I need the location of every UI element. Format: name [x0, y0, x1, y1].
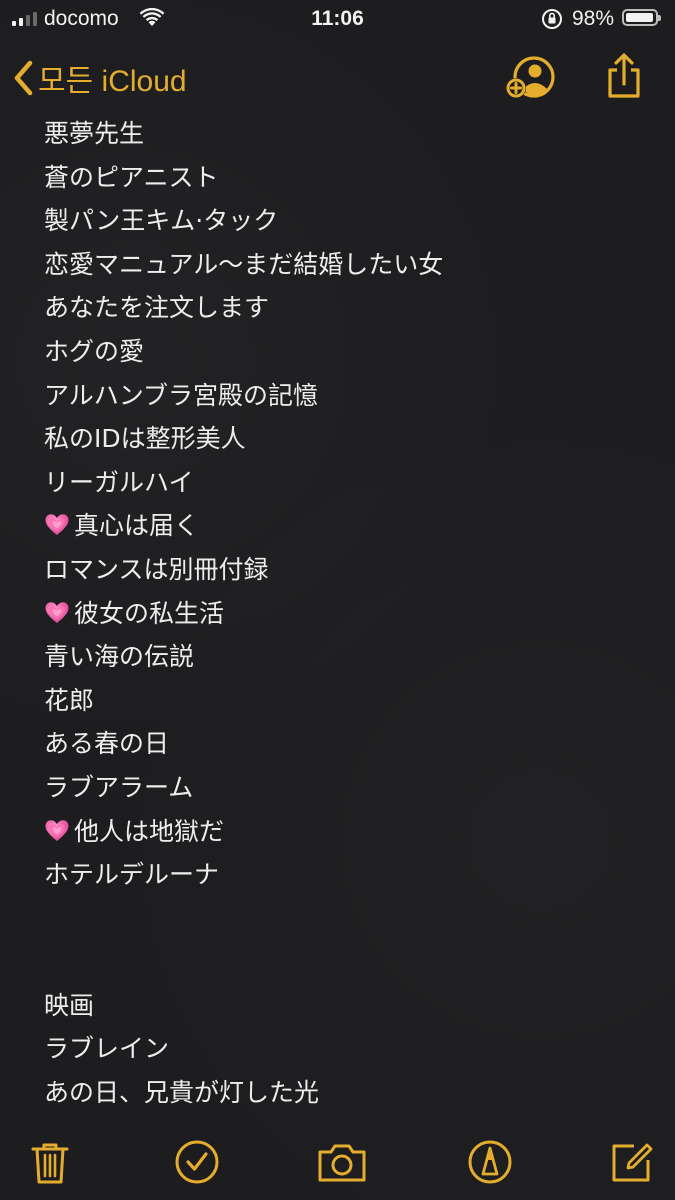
- note-line-text: ラブアラーム: [44, 772, 194, 802]
- note-line-text: 蒼のピアニスト: [44, 162, 219, 192]
- note-blank-line: [44, 897, 644, 941]
- markup-icon[interactable]: [466, 1138, 514, 1186]
- note-line-text: ラブレイン: [44, 1034, 170, 1064]
- note-line: ホテルデルーナ: [44, 853, 644, 897]
- checklist-icon[interactable]: [173, 1138, 221, 1186]
- compose-icon[interactable]: [608, 1138, 656, 1186]
- note-line: 映画: [44, 984, 644, 1028]
- note-line-text: アルハンブラ宮殿の記憶: [44, 380, 319, 410]
- note-line: 花郎: [44, 679, 644, 723]
- note-line-text: 真心は届く: [74, 511, 200, 541]
- status-bar: docomo 11:06 98%: [0, 0, 675, 40]
- note-line-text: 彼女の私生活: [74, 598, 225, 628]
- camera-icon[interactable]: [316, 1138, 368, 1186]
- note-line-text: ホグの愛: [44, 336, 145, 366]
- note-line: あの日、兄貴が灯した光: [44, 1071, 644, 1115]
- note-line: ラブレイン: [44, 1027, 644, 1071]
- note-line-text: 他人は地獄だ: [74, 816, 225, 846]
- note-line: あなたを注文します: [44, 286, 644, 330]
- note-line-text: 製パン王キム·タック: [44, 206, 279, 236]
- note-line: ある春の日: [44, 722, 644, 766]
- note-line: 悪夢先生: [44, 112, 644, 156]
- note-line-text: 恋愛マニュアル〜まだ結婚したい女: [44, 249, 444, 279]
- note-line: ラブアラーム: [44, 766, 644, 810]
- note-line: 蒼のピアニスト: [44, 156, 644, 200]
- note-body[interactable]: 悪夢先生蒼のピアニスト製パン王キム·タック恋愛マニュアル〜まだ結婚したい女 あなた…: [44, 112, 644, 1115]
- navigation-bar: 모든 iCloud: [0, 44, 675, 108]
- note-line: 製パン王キム·タック: [44, 199, 644, 243]
- note-line: 私のIDは整形美人: [44, 417, 644, 461]
- battery-icon: [622, 9, 661, 26]
- note-line: 青い海の伝説: [44, 635, 644, 679]
- orientation-lock-icon: [540, 7, 564, 37]
- share-icon[interactable]: [604, 52, 644, 104]
- note-line-text: あの日、兄貴が灯した光: [44, 1078, 320, 1108]
- note-line-text: 青い海の伝説: [44, 642, 195, 672]
- note-line-text: ロマンスは別冊付録: [44, 554, 269, 584]
- chevron-left-icon: [14, 60, 33, 96]
- pink-heart-icon: [44, 814, 70, 841]
- back-button-label: 모든 iCloud: [38, 65, 187, 98]
- note-line-text: 花郎: [44, 685, 95, 715]
- note-line: リーガルハイ: [44, 461, 644, 505]
- note-line-text: ある春の日: [44, 729, 170, 759]
- note-line: アルハンブラ宮殿の記憶: [44, 374, 644, 418]
- bottom-toolbar: [0, 1130, 675, 1194]
- note-line-text: 悪夢先生: [44, 119, 145, 148]
- note-line-text: あなたを注文します: [44, 293, 270, 323]
- note-line-text: 映画: [44, 990, 95, 1020]
- note-line: ホグの愛: [44, 330, 644, 374]
- pink-heart-icon: [44, 596, 70, 623]
- trash-icon[interactable]: [26, 1138, 74, 1186]
- battery-percentage: 98%: [572, 7, 615, 30]
- note-line-text: リーガルハイ: [44, 467, 194, 497]
- pink-heart-icon: [44, 508, 70, 536]
- note-line-text: ホテルデルーナ: [44, 860, 220, 890]
- note-line: 恋愛マニュアル〜まだ結婚したい女: [44, 243, 644, 287]
- note-line: 他人は地獄だ: [44, 810, 644, 854]
- add-person-icon[interactable]: [504, 56, 556, 104]
- back-button[interactable]: 모든 iCloud: [12, 56, 187, 100]
- note-line: 真心は届く: [44, 504, 644, 548]
- note-line: ロマンスは別冊付録: [44, 548, 644, 592]
- note-blank-line: [44, 940, 644, 984]
- note-line: 彼女の私生活: [44, 592, 644, 636]
- note-line-text: 私のIDは整形美人: [44, 424, 246, 454]
